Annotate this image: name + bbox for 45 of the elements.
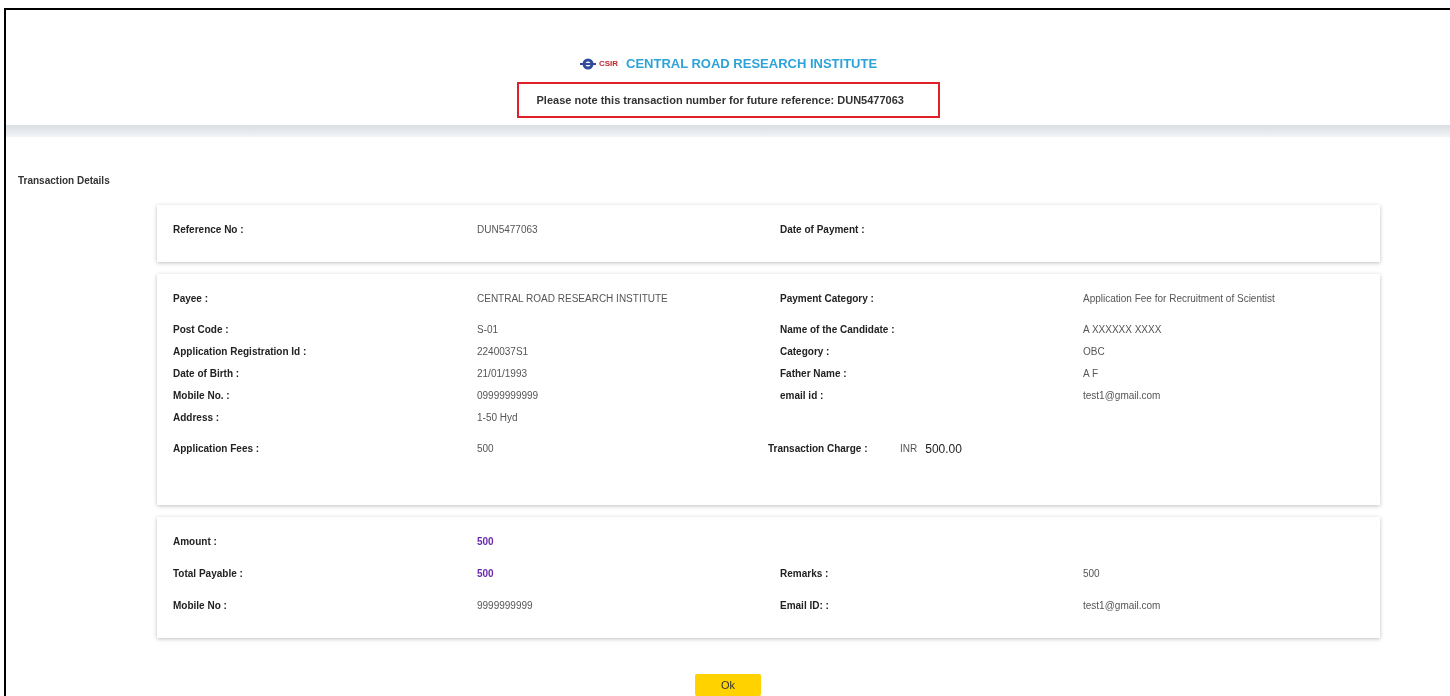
field-label: Date of Birth : [173,368,240,379]
field-label: email id : [780,390,824,401]
ok-button[interactable]: Ok [695,674,761,696]
field-label: Payee : [173,293,209,304]
field-label: Application Fees : [173,443,260,454]
field-label: Name of the Candidate : [780,324,895,335]
currency-label: INR [900,442,918,456]
field-label: Address : [173,412,220,423]
field-label: Email ID: : [780,600,829,611]
field-value: 09999999999 [477,390,539,401]
field-label: Application Registration Id : [173,346,307,357]
field-label: Transaction Charge : [768,442,869,456]
field-value: A F [1083,368,1098,379]
field-value: OBC [1083,346,1105,357]
field-value: 500 [1083,568,1100,579]
field-value: 2240037S1 [477,346,529,357]
field-value: 21/01/1993 [477,368,528,379]
field-label: Post Code : [173,324,229,335]
field-label: Father Name : [780,368,847,379]
field-label: Remarks : [780,568,829,579]
field-label: Mobile No : [173,600,227,611]
field-label: Amount : [173,536,217,547]
field-value: CENTRAL ROAD RESEARCH INSTITUTE [477,293,668,304]
field-value: 1-50 Hyd [477,412,518,423]
field-value: test1@gmail.com [1083,390,1161,401]
field-label: Payment Category : [780,293,874,304]
section-title: Transaction Details [18,175,110,186]
field-value: Application Fee for Recruitment of Scientist [1083,293,1275,304]
field-label: Category : [780,346,830,357]
field-value: 9999999999 [477,600,533,611]
field-value: DUN5477063 [477,224,538,235]
field-value: test1@gmail.com [1083,600,1161,611]
field-value: 500 [477,443,494,454]
field-value: 500.00 [925,442,962,456]
field-value: 500 [477,568,494,579]
logo-text: CSIR [598,59,618,68]
field-value: S-01 [477,324,499,335]
institute-title: CENTRAL ROAD RESEARCH INSTITUTE [626,55,878,73]
field-value: A XXXXXX XXXX [1083,324,1162,335]
field-label: Mobile No. : [173,390,230,401]
field-label: Date of Payment : [780,224,865,235]
field-label: Reference No : [173,224,244,235]
field-value: 500 [477,536,494,547]
field-label: Total Payable : [173,568,243,579]
notice-box: Please note this transaction number for future reference: DUN5477063 [516,81,940,118]
